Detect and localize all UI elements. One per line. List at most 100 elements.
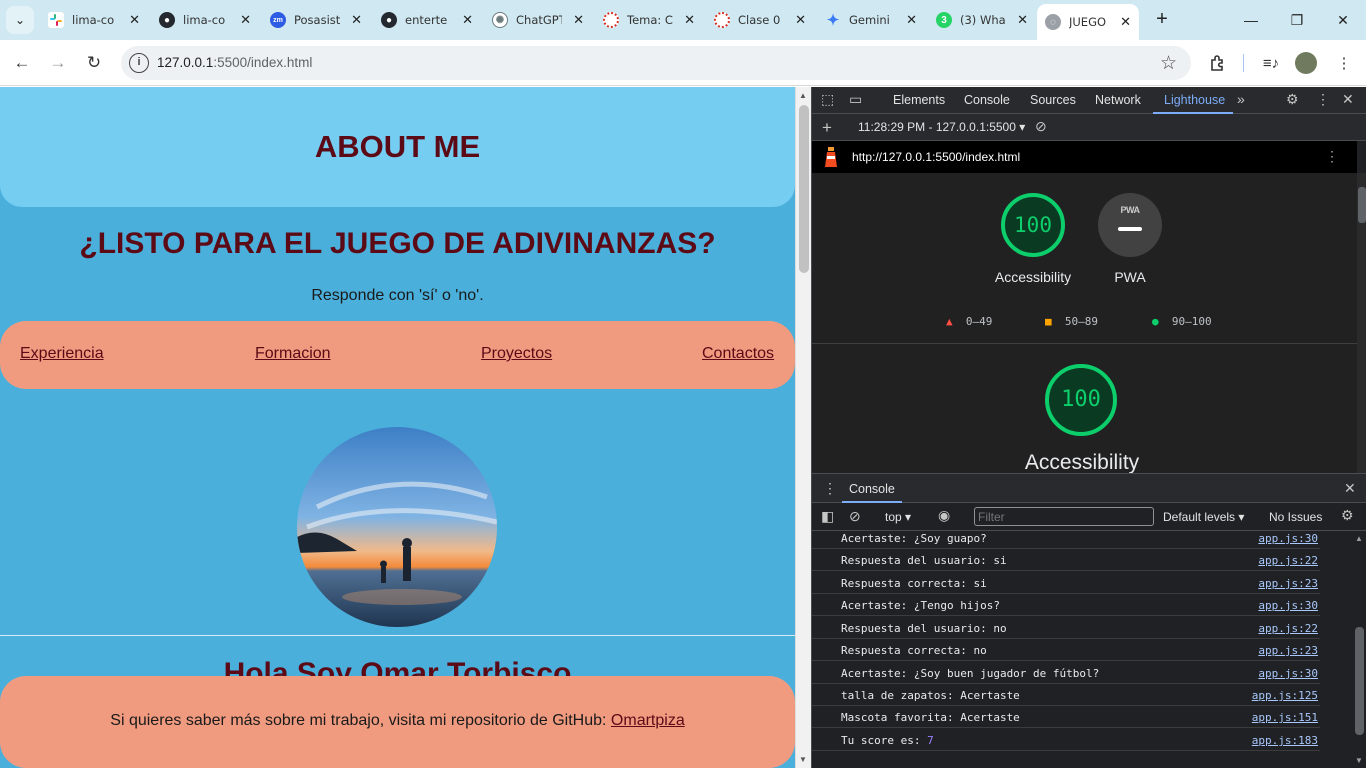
page-scrollbar[interactable]: ▲ ▼ bbox=[795, 87, 811, 768]
tab-chatgpt[interactable]: ✺ ChatGPT ✕ bbox=[484, 6, 592, 34]
address-bar[interactable]: i 127.0.0.1:5500/index.html ☆ bbox=[121, 46, 1191, 80]
devtools-tab-console[interactable]: Console bbox=[964, 93, 1010, 107]
tab-tema[interactable]: Tema: C ✕ bbox=[595, 6, 703, 34]
log-source-link[interactable]: app.js:22 bbox=[1258, 622, 1318, 635]
close-icon[interactable]: ✕ bbox=[129, 12, 140, 28]
tab-gemini[interactable]: ✦ Gemini ✕ bbox=[817, 6, 925, 34]
levels-select[interactable]: Default levels ▾ bbox=[1163, 510, 1244, 524]
url-path: :5500/index.html bbox=[213, 55, 313, 70]
drawer-kebab-icon[interactable]: ⋮ bbox=[823, 480, 837, 497]
console-drawer-tab[interactable]: Console bbox=[849, 482, 895, 496]
report-kebab-icon[interactable]: ⋮ bbox=[1325, 148, 1339, 165]
pwa-badge-text: PWA bbox=[1120, 205, 1140, 215]
new-report-icon[interactable]: + bbox=[822, 118, 832, 138]
close-icon[interactable]: ✕ bbox=[795, 12, 806, 28]
inspect-element-icon[interactable]: ⬚ bbox=[821, 91, 834, 108]
tab-github-1[interactable]: ● lima-co ✕ bbox=[151, 6, 259, 34]
kebab-menu-icon[interactable]: ⋮ bbox=[1316, 91, 1330, 108]
close-drawer-icon[interactable]: ✕ bbox=[1344, 480, 1356, 497]
scroll-down-icon[interactable]: ▼ bbox=[1355, 756, 1363, 765]
legend-fail-label: 0–49 bbox=[965, 315, 993, 328]
nav-link-contactos[interactable]: Contactos bbox=[702, 345, 774, 363]
log-source-link[interactable]: app.js:23 bbox=[1258, 644, 1318, 657]
context-select[interactable]: top ▾ bbox=[885, 510, 911, 524]
close-window-button[interactable]: ✕ bbox=[1320, 0, 1366, 40]
tab-posasist[interactable]: zm Posasist ✕ bbox=[262, 6, 370, 34]
log-message-number: 7 bbox=[927, 734, 934, 747]
report-select[interactable]: 11:28:29 PM - 127.0.0.1:5500 ▾ bbox=[858, 120, 1025, 134]
console-filter-input[interactable] bbox=[974, 507, 1154, 526]
accessibility-gauge[interactable]: 100 bbox=[1001, 193, 1065, 257]
scrollbar-thumb[interactable] bbox=[799, 105, 809, 273]
scroll-up-icon[interactable]: ▲ bbox=[1355, 534, 1363, 543]
new-tab-button[interactable]: + bbox=[1150, 8, 1174, 32]
settings-gear-icon[interactable]: ⚙ bbox=[1286, 91, 1299, 108]
console-scroll-thumb[interactable] bbox=[1355, 627, 1364, 735]
device-toolbar-icon[interactable]: ▭ bbox=[849, 91, 862, 108]
close-icon[interactable]: ✕ bbox=[240, 12, 251, 28]
devtools-tab-sources[interactable]: Sources bbox=[1030, 93, 1076, 107]
scroll-up-icon[interactable]: ▲ bbox=[799, 91, 807, 100]
github-link[interactable]: Omartpiza bbox=[611, 712, 685, 729]
url-text[interactable]: 127.0.0.1:5500/index.html bbox=[157, 55, 312, 70]
menu-kebab-icon[interactable]: ⋮ bbox=[1331, 50, 1357, 76]
log-source-link[interactable]: app.js:151 bbox=[1252, 711, 1318, 724]
site-info-icon[interactable]: i bbox=[129, 53, 149, 73]
restore-button[interactable]: ❐ bbox=[1274, 0, 1320, 40]
console-settings-icon[interactable]: ⚙ bbox=[1341, 507, 1354, 524]
close-icon[interactable]: ✕ bbox=[906, 12, 917, 28]
devtools-tab-elements[interactable]: Elements bbox=[893, 93, 945, 107]
media-control-icon[interactable]: ≡♪ bbox=[1258, 50, 1284, 76]
log-source-link[interactable]: app.js:183 bbox=[1252, 734, 1318, 747]
close-icon[interactable]: ✕ bbox=[351, 12, 362, 28]
tab-clase[interactable]: Clase 0 ✕ bbox=[706, 6, 814, 34]
log-source-link[interactable]: app.js:23 bbox=[1258, 577, 1318, 590]
tab-slack[interactable]: lima-co ✕ bbox=[40, 6, 148, 34]
sidebar-toggle-icon[interactable]: ◧ bbox=[821, 508, 834, 525]
minimize-button[interactable]: — bbox=[1228, 0, 1274, 40]
tab-label: Gemini bbox=[849, 13, 890, 27]
gauge-label: Accessibility bbox=[994, 269, 1072, 285]
nav-link-proyectos[interactable]: Proyectos bbox=[481, 345, 552, 363]
report-url[interactable]: http://127.0.0.1:5500/index.html bbox=[852, 150, 1020, 164]
close-icon[interactable]: ✕ bbox=[462, 12, 473, 28]
clear-reports-icon[interactable]: ⊘ bbox=[1035, 118, 1047, 135]
console-scrollbar[interactable]: ▲ ▼ bbox=[1352, 531, 1366, 768]
devtools-tab-network[interactable]: Network bbox=[1095, 93, 1141, 107]
close-icon[interactable]: ✕ bbox=[1017, 12, 1028, 28]
scroll-down-icon[interactable]: ▼ bbox=[799, 755, 807, 764]
avatar[interactable] bbox=[1295, 52, 1317, 74]
devtools-tab-lighthouse[interactable]: Lighthouse bbox=[1164, 93, 1225, 107]
nav-link-formacion[interactable]: Formacion bbox=[255, 345, 331, 363]
log-source-link[interactable]: app.js:30 bbox=[1258, 667, 1318, 680]
back-button[interactable]: ← bbox=[8, 49, 36, 77]
nav-link-experiencia[interactable]: Experiencia bbox=[20, 345, 104, 363]
log-source-link[interactable]: app.js:22 bbox=[1258, 554, 1318, 567]
tab-whatsapp[interactable]: 3 (3) Wha ✕ bbox=[928, 6, 1036, 34]
legend-average: ■ 50–89 bbox=[1045, 315, 1098, 328]
tab-search-button[interactable]: ⌄ bbox=[6, 6, 34, 34]
log-row: Acertaste: ¿Soy guapo? app.js:30 bbox=[812, 531, 1320, 549]
reload-button[interactable]: ↻ bbox=[80, 49, 108, 77]
levels-label: Default levels bbox=[1163, 510, 1236, 524]
log-source-link[interactable]: app.js:30 bbox=[1258, 599, 1318, 612]
more-tabs-icon[interactable]: » bbox=[1237, 91, 1245, 107]
report-scroll-thumb[interactable] bbox=[1358, 187, 1366, 223]
tab-github-2[interactable]: ● enterte ✕ bbox=[373, 6, 481, 34]
tab-juego-active[interactable]: ◌ JUEGO ✕ bbox=[1037, 4, 1139, 40]
close-icon[interactable]: ✕ bbox=[684, 12, 695, 28]
live-expression-eye-icon[interactable]: ◉ bbox=[938, 507, 950, 524]
log-source-link[interactable]: app.js:30 bbox=[1258, 532, 1318, 545]
pwa-badge[interactable]: PWA bbox=[1098, 193, 1162, 257]
close-icon[interactable]: ✕ bbox=[573, 12, 584, 28]
close-devtools-icon[interactable]: ✕ bbox=[1342, 91, 1354, 108]
issues-button[interactable]: No Issues bbox=[1269, 510, 1322, 524]
tab-label: enterte bbox=[405, 13, 448, 27]
forward-button[interactable]: → bbox=[44, 49, 72, 77]
extensions-icon[interactable] bbox=[1205, 50, 1231, 76]
report-scrollbar[interactable] bbox=[1357, 173, 1366, 473]
close-icon[interactable]: ✕ bbox=[1120, 14, 1131, 30]
log-source-link[interactable]: app.js:125 bbox=[1252, 689, 1318, 702]
bookmark-star-icon[interactable]: ☆ bbox=[1160, 52, 1177, 75]
clear-console-icon[interactable]: ⊘ bbox=[849, 508, 861, 525]
